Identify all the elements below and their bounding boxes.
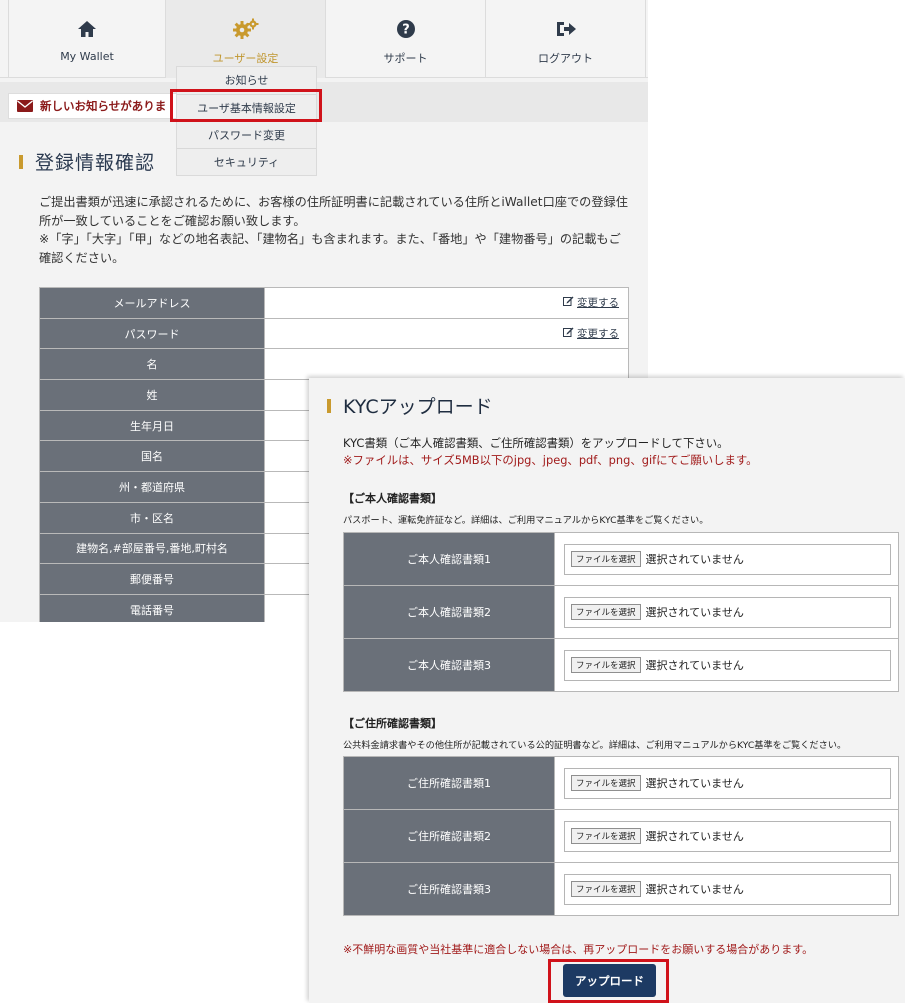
nav-label: サポート (383, 52, 428, 65)
menu-item-password[interactable]: パスワード変更 (177, 121, 316, 148)
edit-icon (562, 327, 574, 340)
register-title: 登録情報確認 (19, 148, 155, 175)
row-label: ご住所確認書類2 (343, 809, 555, 863)
choose-file-button[interactable]: ファイルを選択 (571, 657, 641, 673)
row-label: ご本人確認書類2 (343, 585, 555, 639)
table-row: パスワード 変更する (39, 317, 629, 350)
kyc-intro: KYC書類（ご本人確認書類、ご住所確認書類）をアップロードして下さい。 ※ファイ… (343, 435, 758, 469)
file-input: ファイルを選択 選択されていません (564, 649, 891, 681)
kyc-upload-screenshot: KYCアップロード KYC書類（ご本人確認書類、ご住所確認書類）をアップロードし… (309, 378, 905, 1003)
row-label: メールアドレス (39, 287, 265, 319)
table-row: ご本人確認書類2 ファイルを選択 選択されていません (343, 585, 899, 639)
kyc-intro-text: KYC書類（ご本人確認書類、ご住所確認書類）をアップロードして下さい。 (343, 436, 729, 450)
intro-line: ご提出書類が迅速に承認されるために、お客様の住所証明書に記載されている住所とiW… (39, 195, 628, 228)
identity-upload-table: ご本人確認書類1 ファイルを選択 選択されていません ご本人確認書類2 ファイル… (343, 532, 899, 692)
upload-button[interactable]: アップロード (563, 964, 656, 997)
kyc-title: KYCアップロード (327, 392, 493, 419)
row-value: ファイルを選択 選択されていません (554, 809, 899, 863)
table-row: 名 (39, 348, 629, 381)
choose-file-button[interactable]: ファイルを選択 (571, 551, 641, 567)
file-input: ファイルを選択 選択されていません (564, 820, 891, 852)
page-title: 登録情報確認 (35, 152, 156, 174)
register-intro: ご提出書類が迅速に承認されるために、お客様の住所証明書に記載されている住所とiW… (39, 193, 629, 267)
file-input: ファイルを選択 選択されていません (564, 873, 891, 905)
choose-file-button[interactable]: ファイルを選択 (571, 881, 641, 897)
new-notice-link[interactable]: 新しいお知らせがありま (8, 93, 186, 119)
file-status: 選択されていません (645, 830, 744, 843)
choose-file-button[interactable]: ファイルを選択 (571, 828, 641, 844)
top-nav: My Wallet ユーザー設定 ? サポート ログアウト (0, 0, 648, 78)
row-label: 郵便番号 (39, 563, 265, 595)
svg-text:?: ? (402, 23, 410, 38)
home-icon (77, 17, 97, 41)
change-email-link[interactable]: 変更する (577, 297, 619, 309)
row-value: 変更する (264, 287, 629, 319)
row-label: ご本人確認書類1 (343, 532, 555, 586)
nav-label: ログアウト (538, 52, 593, 65)
row-label: ご住所確認書類1 (343, 756, 555, 810)
row-value: ファイルを選択 選択されていません (554, 532, 899, 586)
address-upload-table: ご住所確認書類1 ファイルを選択 選択されていません ご住所確認書類2 ファイル… (343, 756, 899, 916)
table-row: ご本人確認書類3 ファイルを選択 選択されていません (343, 638, 899, 692)
file-input: ファイルを選択 選択されていません (564, 767, 891, 799)
title-accent-bar (19, 154, 23, 169)
file-status: 選択されていません (645, 777, 744, 790)
menu-item-security[interactable]: セキュリティ (177, 148, 316, 175)
table-row: ご本人確認書類1 ファイルを選択 選択されていません (343, 532, 899, 586)
kyc-file-note: ※ファイルは、サイズ5MB以下のjpg、jpeg、pdf、png、gifにてご願… (343, 453, 758, 467)
row-value: ファイルを選択 選択されていません (554, 862, 899, 916)
row-label: ご本人確認書類3 (343, 638, 555, 692)
row-label: 建物名,#部屋番号,番地,町村名 (39, 532, 265, 565)
identity-heading: 【ご本人確認書類】 (343, 492, 442, 505)
row-label: ご住所確認書類3 (343, 862, 555, 916)
table-row: ご住所確認書類1 ファイルを選択 選択されていません (343, 756, 899, 810)
title-accent-bar (327, 398, 331, 413)
gears-icon (232, 17, 259, 41)
file-status: 選択されていません (645, 883, 744, 896)
row-label: 市・区名 (39, 501, 265, 534)
nav-my-wallet[interactable]: My Wallet (8, 0, 166, 78)
row-value: ファイルを選択 選択されていません (554, 638, 899, 692)
file-status: 選択されていません (645, 659, 744, 672)
file-status: 選択されていません (645, 606, 744, 619)
row-label: パスワード (39, 317, 265, 350)
highlight-basic-info (170, 89, 322, 122)
envelope-icon (17, 97, 33, 116)
choose-file-button[interactable]: ファイルを選択 (571, 775, 641, 791)
row-label: 名 (39, 348, 265, 381)
choose-file-button[interactable]: ファイルを選択 (571, 604, 641, 620)
address-desc: 公共料金請求書やその他住所が記載されている公的証明書など。詳細は、ご利用マニュア… (343, 740, 847, 751)
edit-icon (562, 296, 574, 309)
nav-label: ユーザー設定 (212, 52, 279, 65)
nav-logout[interactable]: ログアウト (486, 0, 646, 78)
row-value (264, 348, 629, 381)
file-status: 選択されていません (645, 553, 744, 566)
row-label: 州・都道府県 (39, 471, 265, 503)
reupload-warning: ※不鮮明な画質や当社基準に適合しない場合は、再アップロードをお願いする場合があり… (343, 943, 814, 956)
file-input: ファイルを選択 選択されていません (564, 596, 891, 628)
row-value: ファイルを選択 選択されていません (554, 756, 899, 810)
intro-note: ※「字」「大字」「甲」などの地名表記、「建物名」も含まれます。また、「番地」や「… (39, 232, 621, 265)
row-label: 生年月日 (39, 409, 265, 442)
identity-desc: パスポート、運転免許証など。詳細は、ご利用マニュアルからKYC基準をご覧ください… (343, 515, 709, 526)
row-value: 変更する (264, 317, 629, 350)
row-label: 電話番号 (39, 593, 265, 622)
notice-text: 新しいお知らせがありま (40, 99, 167, 113)
address-heading: 【ご住所確認書類】 (343, 717, 442, 730)
nav-label: My Wallet (60, 50, 114, 63)
question-circle-icon: ? (396, 17, 416, 41)
table-row: ご住所確認書類2 ファイルを選択 選択されていません (343, 809, 899, 863)
row-label: 国名 (39, 440, 265, 473)
row-label: 姓 (39, 379, 265, 411)
table-row: メールアドレス 変更する (39, 287, 629, 319)
sign-out-icon (555, 17, 577, 41)
file-input: ファイルを選択 選択されていません (564, 543, 891, 575)
change-password-link[interactable]: 変更する (577, 328, 619, 340)
nav-support[interactable]: ? サポート (326, 0, 486, 78)
table-row: ご住所確認書類3 ファイルを選択 選択されていません (343, 862, 899, 916)
row-value: ファイルを選択 選択されていません (554, 585, 899, 639)
page-title: KYCアップロード (343, 396, 493, 418)
